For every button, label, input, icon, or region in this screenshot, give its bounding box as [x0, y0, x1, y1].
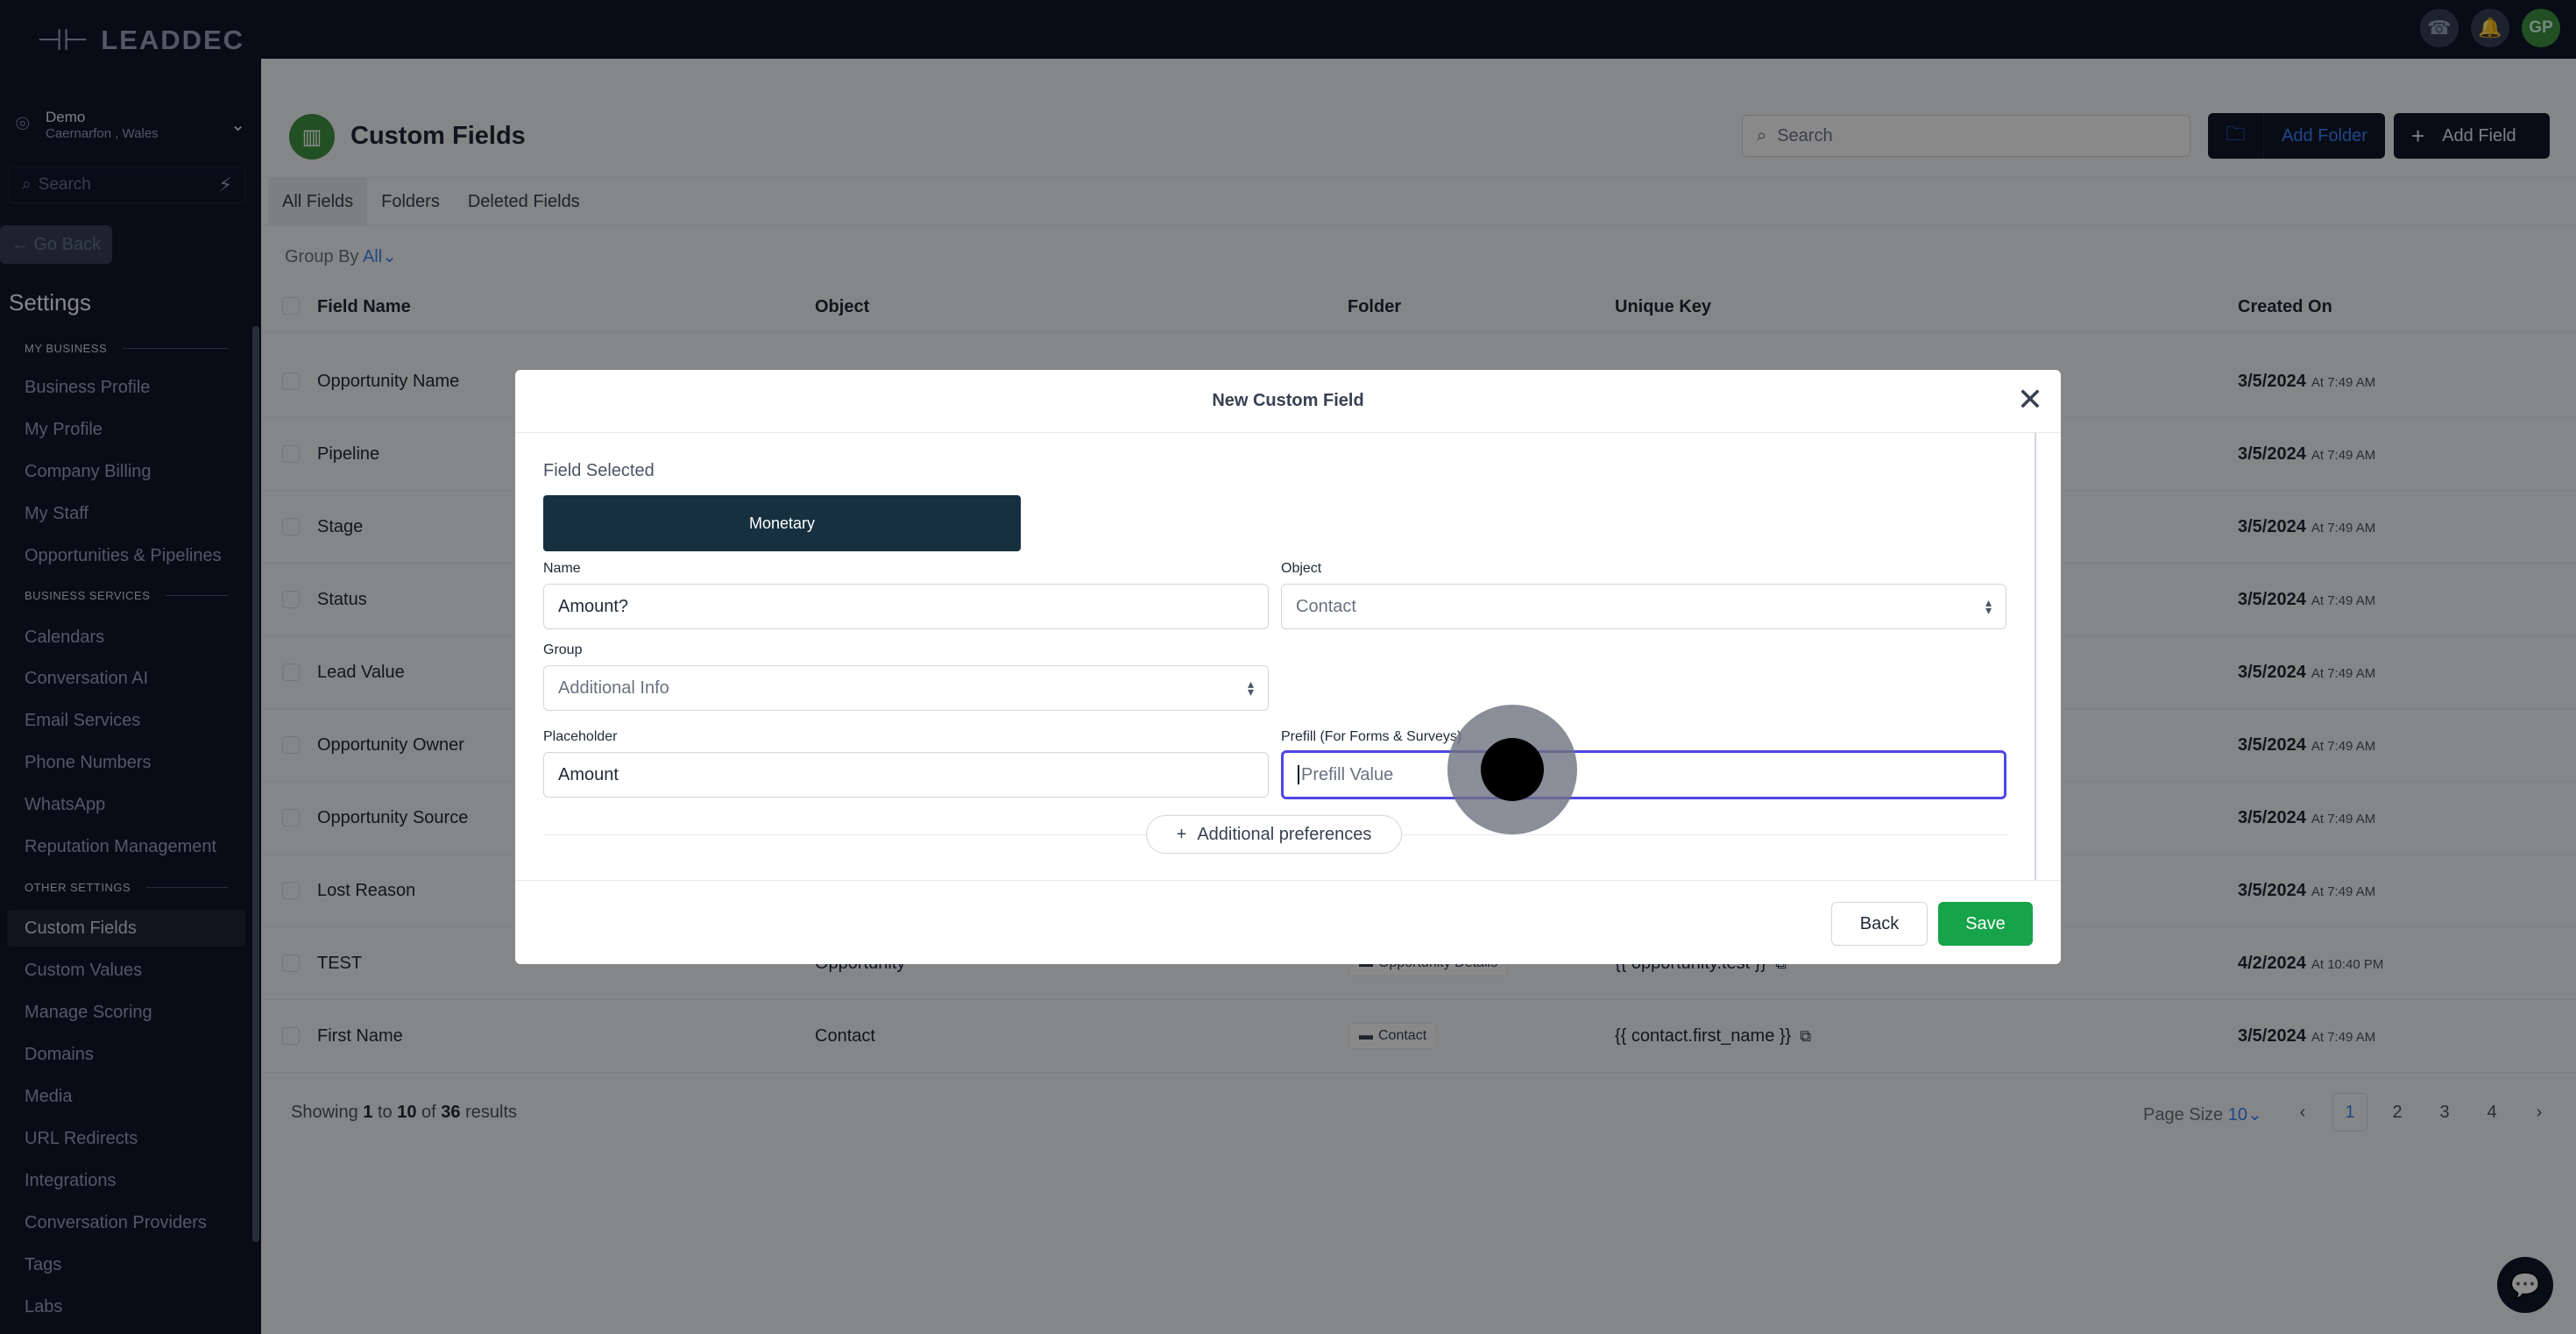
modal-header: New Custom Field ✕: [515, 370, 2061, 433]
modal-footer: Back Save: [515, 880, 2061, 964]
prefill-label: Prefill (For Forms & Surveys): [1281, 729, 1462, 744]
field-selected-label: Field Selected: [543, 461, 655, 480]
prefill-field[interactable]: Prefill Value: [1281, 750, 2006, 799]
select-arrows-icon: ▴ ▾: [1985, 595, 1992, 617]
click-indicator-dot: [1481, 738, 1544, 801]
modal-title: New Custom Field: [1212, 391, 1364, 410]
additional-preferences-button[interactable]: + Additional preferences: [1146, 815, 1402, 854]
new-custom-field-modal: New Custom Field ✕ Field Selected Moneta…: [515, 370, 2061, 964]
object-label: Object: [1281, 561, 1322, 576]
modal-scrollbar[interactable]: [2035, 433, 2036, 880]
group-label: Group: [543, 642, 583, 657]
plus-icon: +: [1176, 824, 1187, 844]
name-label: Name: [543, 561, 581, 576]
object-select[interactable]: Contact ▴ ▾: [1281, 584, 2006, 629]
placeholder-field[interactable]: Amount: [543, 752, 1269, 798]
placeholder-label: Placeholder: [543, 729, 618, 744]
close-icon[interactable]: ✕: [2017, 384, 2043, 415]
back-button[interactable]: Back: [1831, 902, 1928, 946]
save-button[interactable]: Save: [1938, 902, 2033, 946]
name-field[interactable]: Amount?: [543, 584, 1269, 629]
group-select[interactable]: Additional Info ▴ ▾: [543, 665, 1269, 711]
select-arrows-icon: ▴ ▾: [1247, 677, 1254, 699]
field-type-card[interactable]: Monetary: [543, 495, 1021, 551]
